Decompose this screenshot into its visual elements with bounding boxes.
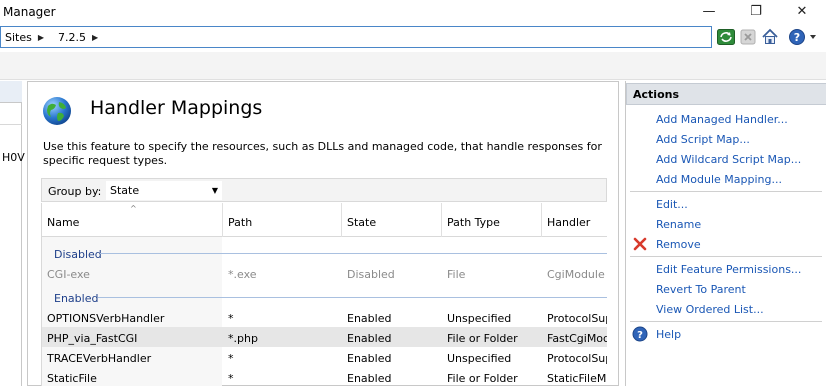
connections-toolbar xyxy=(0,103,22,125)
globe-icon xyxy=(42,96,72,126)
group-header-disabled[interactable]: Disabled xyxy=(42,243,607,263)
help-icon[interactable]: ? xyxy=(788,28,818,46)
dropdown-arrow-icon[interactable]: ▼ xyxy=(212,186,218,195)
cell-state: Disabled xyxy=(347,268,395,281)
actions-pane: Actions Add Managed Handler... Add Scrip… xyxy=(625,81,826,386)
column-header-handler[interactable]: Handler xyxy=(547,216,590,229)
column-divider[interactable] xyxy=(222,203,223,237)
tree-node-label[interactable]: H0V xyxy=(2,151,25,164)
cell-name: PHP_via_FastCGI xyxy=(47,332,138,345)
cell-name: TRACEVerbHandler xyxy=(47,352,152,365)
remove-icon[interactable] xyxy=(632,236,648,252)
column-header-state[interactable]: State xyxy=(347,216,376,229)
actions-divider xyxy=(630,191,822,192)
action-add-script-map[interactable]: Add Script Map... xyxy=(656,133,750,146)
group-by-label: Group by: xyxy=(48,185,102,198)
window-title: Manager xyxy=(3,5,56,19)
table-row[interactable]: StaticFile * Enabled File or Folder Stat… xyxy=(42,367,607,386)
action-remove[interactable]: Remove xyxy=(656,238,701,251)
cell-path-type: File or Folder xyxy=(447,372,518,385)
cell-path-type: Unspecified xyxy=(447,352,512,365)
table-row[interactable]: OPTIONSVerbHandler * Enabled Unspecified… xyxy=(42,307,607,327)
cell-name: StaticFile xyxy=(47,372,97,385)
action-edit-feature-permissions[interactable]: Edit Feature Permissions... xyxy=(656,263,801,276)
home-icon[interactable] xyxy=(760,28,780,46)
feature-pane: Handler Mappings Use this feature to spe… xyxy=(27,81,619,386)
column-header-path-type[interactable]: Path Type xyxy=(447,216,500,229)
group-divider xyxy=(98,297,607,298)
group-by-select[interactable]: State ▼ xyxy=(106,181,222,200)
close-button[interactable]: ✕ xyxy=(784,0,820,22)
cell-path: * xyxy=(228,312,234,325)
action-add-managed-handler[interactable]: Add Managed Handler... xyxy=(656,113,788,126)
cell-handler: ProtocolSupportModule xyxy=(547,312,607,325)
cell-path-type: File xyxy=(447,268,466,281)
breadcrumb-site[interactable]: 7.2.5 xyxy=(58,31,86,44)
breadcrumb-arrow-icon[interactable]: ▶ xyxy=(38,33,44,42)
action-rename[interactable]: Rename xyxy=(656,218,701,231)
cell-state: Enabled xyxy=(347,332,392,345)
group-label: Disabled xyxy=(54,248,102,261)
cell-path: * xyxy=(228,372,234,385)
table-row[interactable]: TRACEVerbHandler * Enabled Unspecified P… xyxy=(42,347,607,367)
action-revert-to-parent[interactable]: Revert To Parent xyxy=(656,283,746,296)
table-row-selected[interactable]: PHP_via_FastCGI *.php Enabled File or Fo… xyxy=(42,327,607,347)
minimize-button[interactable]: — xyxy=(691,0,727,22)
table-row[interactable]: CGI-exe *.exe Disabled File CgiModule xyxy=(42,263,607,283)
action-view-ordered-list[interactable]: View Ordered List... xyxy=(656,303,764,316)
stop-icon[interactable] xyxy=(738,28,758,46)
cell-path-type: File or Folder xyxy=(447,332,518,345)
column-header-path[interactable]: Path xyxy=(228,216,252,229)
svg-text:?: ? xyxy=(637,330,643,341)
help-icon[interactable]: ? xyxy=(632,326,648,342)
column-divider[interactable] xyxy=(341,203,342,237)
cell-path: * xyxy=(228,352,234,365)
connections-pane: H0V xyxy=(0,81,25,386)
filter-bar: Group by: State ▼ xyxy=(41,178,607,202)
action-add-module-mapping[interactable]: Add Module Mapping... xyxy=(656,173,782,186)
cell-state: Enabled xyxy=(347,312,392,325)
cell-path-type: Unspecified xyxy=(447,312,512,325)
cell-name: OPTIONSVerbHandler xyxy=(47,312,165,325)
cell-state: Enabled xyxy=(347,352,392,365)
cell-handler: StaticFileModule xyxy=(547,372,607,385)
action-add-wildcard-script-map[interactable]: Add Wildcard Script Map... xyxy=(656,153,801,166)
maximize-button[interactable]: ❐ xyxy=(738,0,774,22)
refresh-icon[interactable] xyxy=(716,28,736,46)
column-divider[interactable] xyxy=(541,203,542,237)
cell-state: Enabled xyxy=(347,372,392,385)
cell-handler: ProtocolSupportModule xyxy=(547,352,607,365)
address-row: Sites ▶ 7.2.5 ▶ ? xyxy=(0,25,826,52)
feature-description: Use this feature to specify the resource… xyxy=(43,140,602,167)
svg-text:?: ? xyxy=(794,31,800,44)
breadcrumb-sites[interactable]: Sites xyxy=(5,31,32,44)
title-bar: Manager — ❐ ✕ xyxy=(0,0,826,24)
cell-name: CGI-exe xyxy=(47,268,90,281)
group-header-enabled[interactable]: Enabled xyxy=(42,287,607,307)
action-help[interactable]: Help xyxy=(656,328,681,341)
group-by-value: State xyxy=(110,184,140,197)
address-bar[interactable]: Sites ▶ 7.2.5 ▶ xyxy=(0,26,712,48)
page-title: Handler Mappings xyxy=(90,97,263,119)
toolbar-strip xyxy=(0,52,826,80)
table-header: ^ Name Path State Path Type Handler xyxy=(42,203,607,237)
column-header-name[interactable]: Name xyxy=(47,216,79,229)
cell-handler: CgiModule xyxy=(547,268,605,281)
sort-ascending-icon: ^ xyxy=(130,204,137,213)
group-divider xyxy=(100,253,607,254)
column-divider[interactable] xyxy=(441,203,442,237)
cell-handler: FastCgiModule xyxy=(547,332,607,345)
action-edit[interactable]: Edit... xyxy=(656,198,688,211)
breadcrumb-arrow-icon[interactable]: ▶ xyxy=(92,33,98,42)
cell-path: *.exe xyxy=(228,268,257,281)
actions-header: Actions xyxy=(626,83,826,105)
handler-mappings-table: ^ Name Path State Path Type Handler Disa… xyxy=(41,203,607,386)
group-label: Enabled xyxy=(54,292,99,305)
actions-divider xyxy=(630,256,822,257)
cell-path: *.php xyxy=(228,332,258,345)
connections-header xyxy=(0,81,22,103)
actions-divider xyxy=(630,321,822,322)
